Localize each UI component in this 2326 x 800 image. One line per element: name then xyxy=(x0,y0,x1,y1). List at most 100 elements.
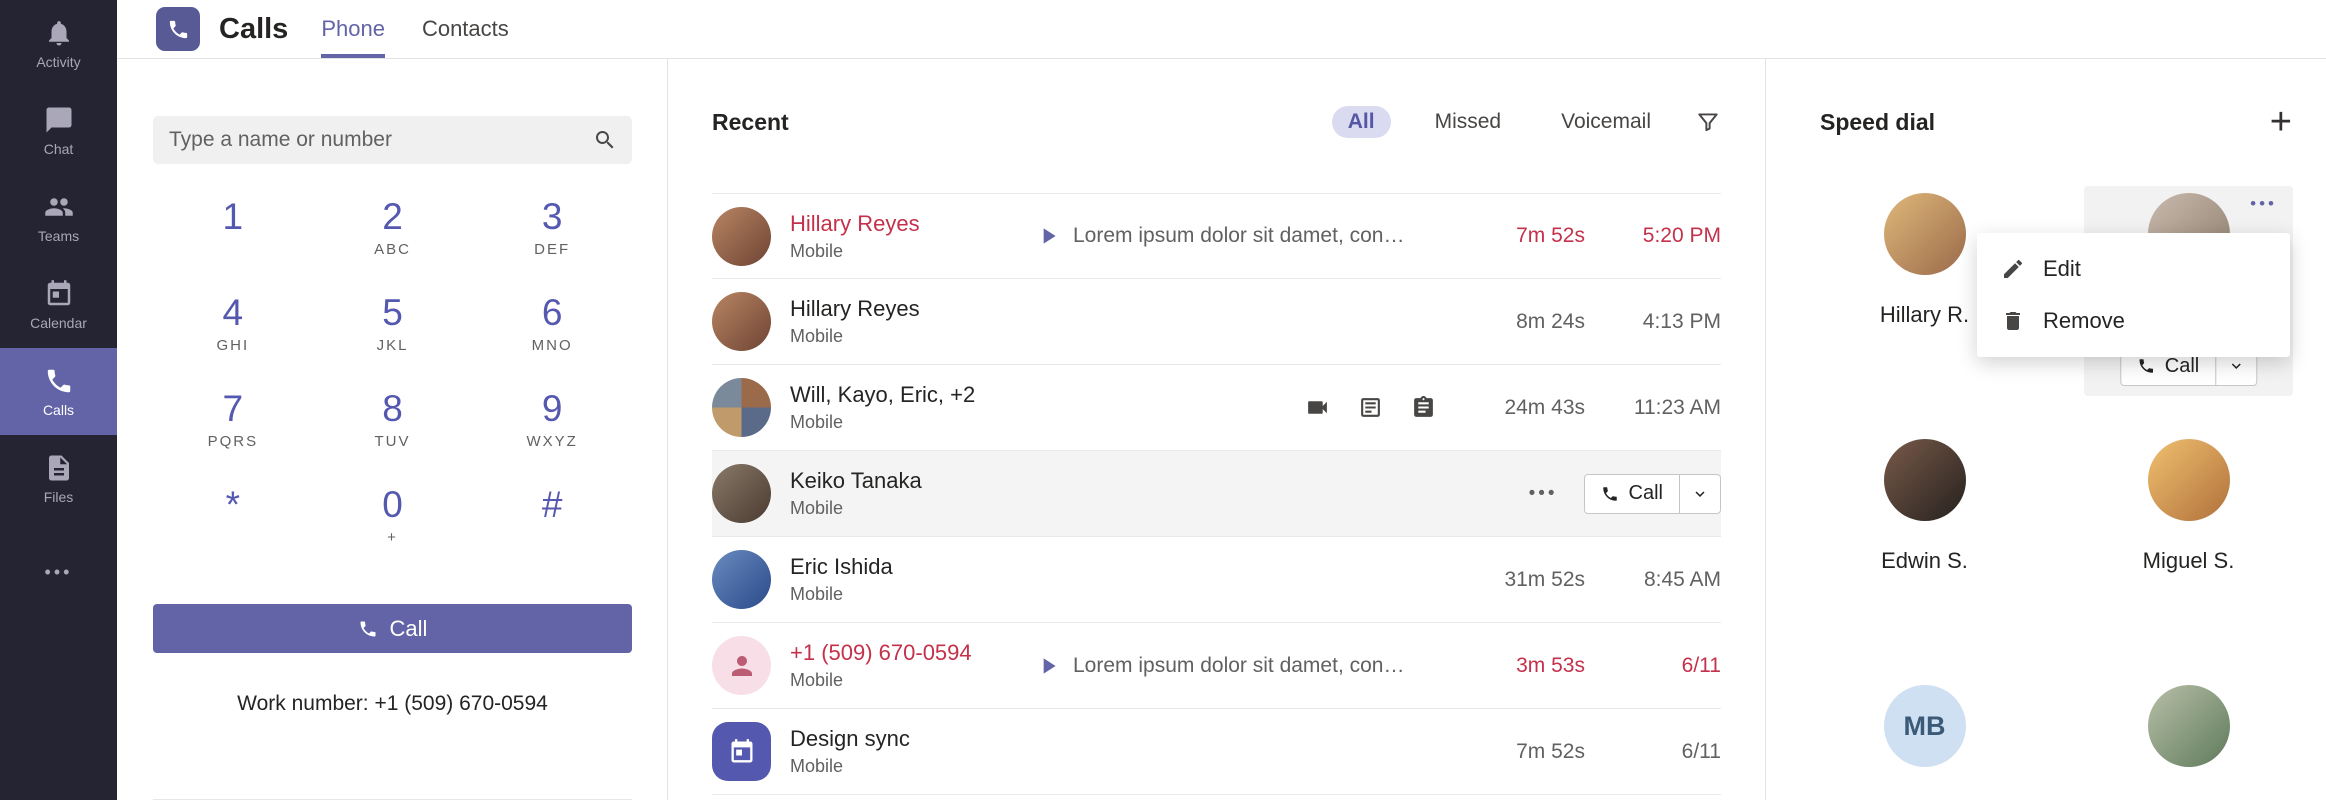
speed-dial-call-label: Call xyxy=(2165,355,2199,378)
search-icon[interactable] xyxy=(593,128,617,152)
teams-icon xyxy=(44,192,74,222)
key-3[interactable]: 3DEF xyxy=(472,194,632,290)
menu-item-remove[interactable]: Remove xyxy=(1977,295,2290,347)
key-digit: 8 xyxy=(382,388,403,431)
call-time: 11:23 AM xyxy=(1601,396,1721,420)
speed-dial-contact[interactable]: Miguel S. xyxy=(2084,432,2293,642)
phone-contact-avatar xyxy=(712,636,771,695)
sidebar-item-files[interactable]: Files xyxy=(0,435,117,522)
key-7[interactable]: 7PQRS xyxy=(153,386,313,482)
trash-icon xyxy=(2001,309,2025,333)
files-icon xyxy=(44,453,74,483)
recent-header: Recent All Missed Voicemail xyxy=(712,105,1721,139)
avatar xyxy=(712,292,771,351)
phone-icon xyxy=(167,18,190,41)
notes-icon[interactable] xyxy=(1411,395,1436,420)
key-digit: 6 xyxy=(542,292,563,335)
call-duration: 7m 52s xyxy=(1480,224,1585,248)
key-6[interactable]: 6MNO xyxy=(472,290,632,386)
dial-keypad: 1 2ABC 3DEF 4GHI 5JKL 6MNO 7PQRS 8TUV 9W… xyxy=(153,194,632,578)
play-icon[interactable] xyxy=(1035,223,1061,249)
speed-dial-contact[interactable]: Edwin S. xyxy=(1820,432,2029,642)
add-speed-dial-button[interactable]: + xyxy=(2270,108,2292,136)
call-time: 4:13 PM xyxy=(1601,310,1721,334)
filter-missed[interactable]: Missed xyxy=(1419,106,1518,138)
filter-funnel-icon[interactable] xyxy=(1695,109,1721,135)
call-row[interactable]: Keiko Tanaka Mobile ••• Call xyxy=(712,451,1721,537)
sidebar-item-calls[interactable]: Calls xyxy=(0,348,117,435)
chevron-down-icon xyxy=(2227,357,2245,375)
caller-name: +1 (509) 670-0594 xyxy=(790,640,1035,666)
meeting-artifacts xyxy=(1305,395,1436,420)
caller-info: Keiko Tanaka Mobile xyxy=(790,468,1035,519)
recent-pane: Recent All Missed Voicemail Hillary Reye… xyxy=(668,59,1765,800)
key-9[interactable]: 9WXYZ xyxy=(472,386,632,482)
key-star[interactable]: * xyxy=(153,482,313,578)
calls-app-icon xyxy=(156,7,200,51)
menu-item-edit[interactable]: Edit xyxy=(1977,243,2290,295)
sidebar-item-label: Calendar xyxy=(30,315,87,331)
video-icon[interactable] xyxy=(1305,395,1330,420)
sidebar-item-label: Teams xyxy=(38,228,79,244)
row-call-button-label: Call xyxy=(1629,482,1663,505)
call-row[interactable]: Eric Ishida Mobile 31m 52s 8:45 AM xyxy=(712,537,1721,623)
key-4[interactable]: 4GHI xyxy=(153,290,313,386)
contact-name: Hillary R. xyxy=(1880,302,1969,328)
call-row[interactable]: Design sync Mobile 7m 52s 6/11 xyxy=(712,709,1721,795)
key-hash[interactable]: # xyxy=(472,482,632,578)
tab-phone[interactable]: Phone xyxy=(321,0,385,58)
filter-all[interactable]: All xyxy=(1332,106,1391,138)
avatar xyxy=(1884,439,1966,521)
play-icon[interactable] xyxy=(1035,653,1061,679)
key-1[interactable]: 1 xyxy=(153,194,313,290)
key-letters: + xyxy=(387,529,398,547)
key-2[interactable]: 2ABC xyxy=(313,194,473,290)
filter-voicemail[interactable]: Voicemail xyxy=(1545,106,1667,138)
call-time: 6/11 xyxy=(1601,654,1721,678)
search-input[interactable] xyxy=(153,116,632,164)
speed-dial-contact[interactable] xyxy=(2084,678,2293,800)
sidebar-item-teams[interactable]: Teams xyxy=(0,174,117,261)
more-options-button[interactable]: ••• xyxy=(1529,483,1558,505)
call-time: 6/11 xyxy=(1601,740,1721,764)
call-button[interactable]: Call xyxy=(153,604,632,653)
contact-name: Miguel S. xyxy=(2143,548,2235,574)
calendar-icon xyxy=(44,279,74,309)
call-row[interactable]: Hillary Reyes Mobile Lorem ipsum dolor s… xyxy=(712,193,1721,279)
key-8[interactable]: 8TUV xyxy=(313,386,473,482)
calendar-icon xyxy=(728,738,756,766)
call-options-dropdown[interactable] xyxy=(1680,475,1720,513)
call-type: Mobile xyxy=(790,498,1035,519)
speed-dial-contact[interactable]: MB xyxy=(1820,678,2029,800)
calls-content: 1 2ABC 3DEF 4GHI 5JKL 6MNO 7PQRS 8TUV 9W… xyxy=(117,59,2326,800)
sidebar-item-calendar[interactable]: Calendar xyxy=(0,261,117,348)
call-row[interactable]: +1 (509) 670-0594 Mobile Lorem ipsum dol… xyxy=(712,623,1721,709)
app-rail: Activity Chat Teams Calendar Calls Files… xyxy=(0,0,117,800)
chevron-down-icon xyxy=(1691,485,1709,503)
transcript-icon[interactable] xyxy=(1358,395,1383,420)
call-row[interactable]: Will, Kayo, Eric, +2 Mobile 24m 43s 11:2… xyxy=(712,365,1721,451)
sidebar-item-activity[interactable]: Activity xyxy=(0,0,117,87)
key-letters: WXYZ xyxy=(526,433,577,451)
call-duration: 8m 24s xyxy=(1480,310,1585,334)
key-0[interactable]: 0+ xyxy=(313,482,473,578)
more-options-button[interactable]: ••• xyxy=(2250,194,2277,214)
sidebar-item-chat[interactable]: Chat xyxy=(0,87,117,174)
speed-dial-header: Speed dial + xyxy=(1820,105,2292,139)
key-5[interactable]: 5JKL xyxy=(313,290,473,386)
more-apps-button[interactable]: ••• xyxy=(0,562,117,583)
caller-name: Design sync xyxy=(790,726,1035,752)
key-digit: 4 xyxy=(223,292,244,335)
call-type: Mobile xyxy=(790,584,1035,605)
tab-contacts[interactable]: Contacts xyxy=(422,0,509,58)
voicemail-transcript: Lorem ipsum dolor sit damet, con… xyxy=(1073,654,1404,678)
group-avatar xyxy=(712,378,771,437)
key-letters: DEF xyxy=(534,241,570,259)
key-digit: * xyxy=(226,484,240,527)
row-call-button[interactable]: Call xyxy=(1585,475,1679,513)
caller-name: Hillary Reyes xyxy=(790,211,1035,237)
call-row[interactable]: Hillary Reyes Mobile 8m 24s 4:13 PM xyxy=(712,279,1721,365)
avatar xyxy=(712,550,771,609)
sidebar-item-label: Chat xyxy=(44,141,74,157)
voicemail-preview: Lorem ipsum dolor sit damet, con… xyxy=(1035,653,1404,679)
